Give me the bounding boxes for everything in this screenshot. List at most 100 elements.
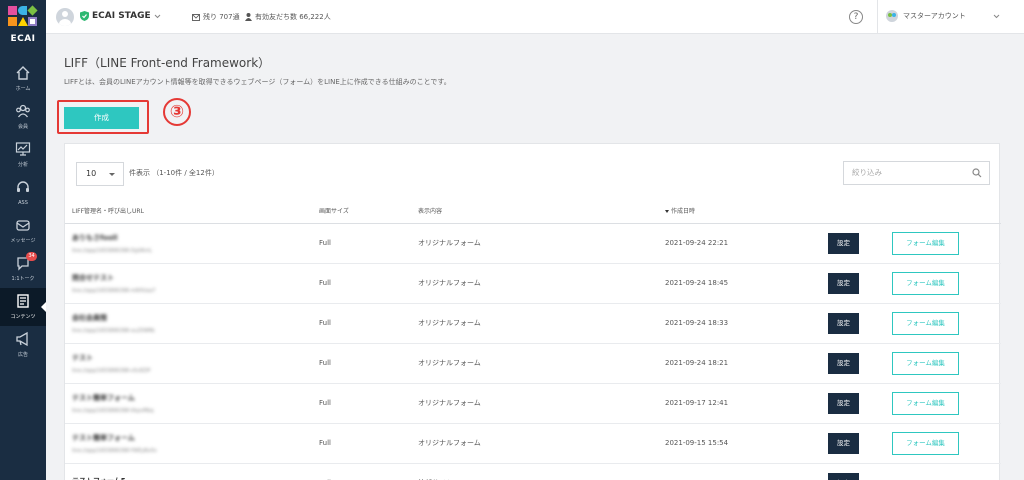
main-content: LIFF（LINE Front-end Framework） LIFFとは、会員… (46, 35, 1016, 480)
created-at: 2021-09-24 22:21 (658, 223, 821, 264)
settings-button[interactable]: 設定 (828, 232, 859, 254)
table-row: ありもさfooll line://app/1655866398-DgVAmL Ful… (65, 223, 1001, 264)
form-edit-cell: フォーム編集 (885, 343, 1001, 384)
settings-cell: 設定 (821, 423, 885, 464)
table-row: テスト line://app/1655866398-v5c8ZlP Full オリジナ… (65, 343, 1001, 384)
display-content: オリジナルフォーム (411, 423, 658, 464)
sidebar-item-message[interactable]: メッセージ (0, 212, 46, 250)
members-icon (16, 104, 30, 118)
form-edit-button[interactable]: フォーム編集 (892, 391, 959, 415)
table-header-row: LIFF管理名・呼び出しURL 画面サイズ 表示内容 作成日時 (65, 199, 1001, 224)
page-description: LIFFとは、会員のLINEアカウント情報等を取得できるウェブページ（フォーム）… (64, 78, 451, 86)
table-row: 問合せテスト line://app/1655866398-m6HUaa7 Full オ… (65, 263, 1001, 304)
remaining-messages: 残り 707通 (192, 12, 240, 22)
liff-name-cell: テスト line://app/1655866398-v5c8ZlP (65, 343, 312, 384)
logo-text: ECAI (10, 34, 36, 44)
person-icon (245, 13, 252, 21)
liff-url[interactable]: line://app/1655866398-ou25NMb (72, 328, 312, 334)
sort-desc-icon (665, 210, 669, 214)
liff-name-cell: ありもさfooll line://app/1655866398-DgVAmL (65, 223, 312, 264)
chevron-down-icon (993, 14, 1000, 18)
avatar[interactable] (56, 8, 74, 26)
liff-name: テスト簡単フォーム (72, 393, 135, 402)
liff-url[interactable]: line://app/1655866398-m6HUaa7 (72, 288, 312, 294)
created-at: 2021-09-14 15:08 (658, 463, 821, 480)
created-at: 2021-09-17 12:41 (658, 383, 821, 424)
liff-url[interactable]: line://app/1655866398-VkpxMbq (72, 408, 312, 414)
create-button[interactable]: 作成 (64, 107, 139, 129)
sidebar-item-members[interactable]: 会員 (0, 98, 46, 136)
display-content: オリジナルフォーム (411, 343, 658, 384)
filter-input[interactable]: 絞り込み (843, 161, 990, 185)
screen-size: Full (312, 303, 411, 344)
liff-name: 問合せテスト (72, 273, 114, 282)
table-info: 件表示 （1-10件 / 全12件） (129, 169, 219, 177)
col-header-settings (821, 199, 885, 224)
created-at: 2021-09-24 18:45 (658, 263, 821, 304)
col-header-date[interactable]: 作成日時 (658, 199, 821, 224)
settings-button[interactable]: 設定 (828, 472, 859, 480)
col-header-date-label: 作成日時 (671, 208, 696, 216)
sidebar-item-label: ホーム (15, 86, 31, 92)
account-name: ECAI STAGE (92, 11, 151, 21)
screen-size: Full (312, 263, 411, 304)
liff-name-cell: テストフォーム5 (65, 463, 312, 480)
sidebar-item-home[interactable]: ホーム (0, 60, 46, 98)
form-edit-button[interactable]: フォーム編集 (892, 351, 959, 375)
liff-url[interactable]: line://app/1655866398-DgVAmL (72, 248, 312, 254)
step-marker: ③ (163, 98, 191, 126)
liff-name: テストフォーム5 (72, 476, 312, 480)
form-edit-cell: フォーム編集 (885, 383, 1001, 424)
search-icon (972, 168, 982, 178)
headset-icon (17, 181, 29, 192)
megaphone-icon (16, 331, 28, 347)
table-row: テスト簡単フォーム line://app/1655866398-VkpxMbq Fu… (65, 383, 1001, 424)
settings-button[interactable]: 設定 (828, 352, 859, 374)
settings-button[interactable]: 設定 (828, 432, 859, 454)
message-icon (16, 220, 30, 231)
top-header: ECAI STAGE 残り 707通 有効友だち数 66,222人 ? マスター… (46, 0, 1024, 34)
liff-name-block: テスト簡単フォーム line://app/1655866398-VkpxMbq (72, 393, 312, 414)
table-row: 会社会員情 line://app/1655866398-ou25NMb Full オリ… (65, 303, 1001, 344)
col-header-content[interactable]: 表示内容 (411, 199, 658, 224)
settings-button[interactable]: 設定 (828, 392, 859, 414)
form-edit-button[interactable]: フォーム編集 (892, 271, 959, 295)
master-account-menu[interactable]: マスターアカウント (886, 10, 1000, 22)
sidebar-item-talk[interactable]: 34 1:1トーク (0, 250, 46, 288)
account-switcher[interactable]: ECAI STAGE (80, 11, 161, 21)
analytics-icon (15, 142, 31, 156)
sidebar-item-analytics[interactable]: 分析 (0, 136, 46, 174)
sidebar-item-ads[interactable]: 広告 (0, 326, 46, 364)
settings-button[interactable]: 設定 (828, 272, 859, 294)
settings-button[interactable]: 設定 (828, 312, 859, 334)
caret-down-icon (109, 173, 115, 176)
help-icon[interactable]: ? (849, 10, 863, 24)
shield-icon (80, 11, 89, 21)
sidebar-item-label: メッセージ (10, 238, 36, 244)
mail-icon (192, 13, 200, 21)
remaining-text: 残り 707通 (203, 13, 240, 21)
liff-url[interactable]: line://app/1655866398-YWEyBx0v (72, 448, 312, 454)
col-header-form (885, 199, 1001, 224)
liff-table: LIFF管理名・呼び出しURL 画面サイズ 表示内容 作成日時 ありもさfool… (65, 199, 1001, 480)
settings-cell: 設定 (821, 263, 885, 304)
sidebar-item-contents[interactable]: コンテンツ (0, 288, 46, 326)
display-content: オリジナルフォーム (411, 263, 658, 304)
display-content: オリジナルフォーム (411, 383, 658, 424)
created-at: 2021-09-15 15:54 (658, 423, 821, 464)
page-length-select[interactable]: 10 (76, 162, 124, 186)
screen-size: Full (312, 223, 411, 264)
sidebar-item-ass[interactable]: ASS (0, 174, 46, 212)
page-title: LIFF（LINE Front-end Framework） (64, 56, 271, 70)
form-edit-button[interactable]: フォーム編集 (892, 231, 959, 255)
form-edit-button[interactable]: フォーム編集 (892, 431, 959, 455)
form-edit-button[interactable]: フォーム編集 (892, 311, 959, 335)
liff-url[interactable]: line://app/1655866398-v5c8ZlP (72, 368, 312, 374)
settings-cell: 設定 (821, 383, 885, 424)
settings-cell: 設定 (821, 303, 885, 344)
liff-table-card: 10 件表示 （1-10件 / 全12件） 絞り込み LIFF管理名・呼び出しU… (64, 143, 1001, 480)
col-header-size[interactable]: 画面サイズ (312, 199, 411, 224)
liff-name-block: 会社会員情 line://app/1655866398-ou25NMb (72, 313, 312, 334)
col-header-name[interactable]: LIFF管理名・呼び出しURL (65, 199, 312, 224)
friend-count-text: 有効友だち数 66,222人 (255, 13, 331, 21)
